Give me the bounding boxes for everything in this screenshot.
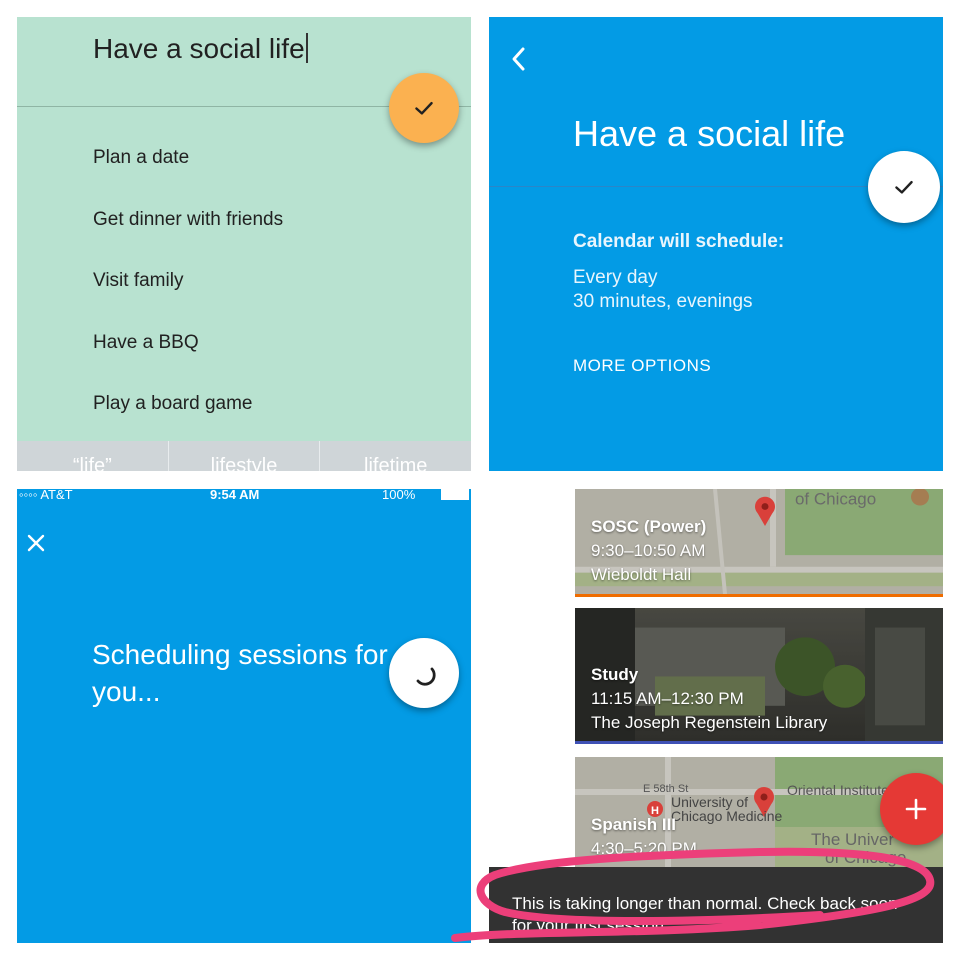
keyboard-suggestion[interactable]: “life”	[17, 441, 169, 471]
calendar-label: Calendar will schedule:	[573, 231, 785, 252]
duration-value: 30 minutes, evenings	[573, 291, 753, 312]
chevron-left-icon[interactable]	[507, 43, 529, 75]
schedule-detail-panel: Have a social life Calendar will schedul…	[489, 17, 943, 471]
event-time: 4:30–5:20 PM	[591, 839, 697, 858]
event-time: 9:30–10:50 AM	[591, 541, 706, 560]
page-title: Have a social life	[573, 113, 846, 154]
map-label: of Chicago	[825, 848, 906, 867]
goal-entry-panel: Have a social life Plan a date Get dinne…	[17, 17, 471, 471]
map-label: of Chicago	[795, 490, 876, 509]
frequency-value: Every day	[573, 267, 658, 288]
event-card[interactable]: Study 11:15 AM–12:30 PM The Joseph Regen…	[575, 608, 943, 744]
scheduling-message: Scheduling sessions for you...	[92, 639, 388, 707]
snackbar-message: This is taking longer than normal. Check…	[512, 894, 898, 935]
suggestion-item[interactable]: Visit family	[17, 250, 471, 312]
status-time: 9:54 AM	[210, 489, 260, 502]
event-card[interactable]: of Chicago SOSC (Power) 9:30–10:50 AM Wi…	[575, 489, 943, 597]
map-label: Oriental Institute	[787, 782, 889, 798]
battery-label: 100%	[382, 489, 416, 502]
event-title: SOSC (Power)	[591, 517, 707, 536]
suggestion-item[interactable]: Get dinner with friends	[17, 189, 471, 251]
battery-icon	[441, 489, 469, 500]
check-icon	[415, 101, 433, 115]
keyboard-suggestion[interactable]: lifetime	[320, 441, 471, 471]
text-caret	[305, 33, 308, 63]
spinner-icon	[416, 667, 436, 686]
suggestion-list: Plan a date Get dinner with friends Visi…	[17, 127, 471, 435]
calendar-panel: of Chicago SOSC (Power) 9:30–10:50 AM Wi…	[489, 489, 943, 943]
suggestion-item[interactable]: Have a BBQ	[17, 312, 471, 374]
plus-icon	[905, 798, 927, 820]
event-location: The Joseph Regenstein Library	[591, 713, 828, 732]
event-title: Study	[591, 665, 639, 684]
keyboard-suggestion[interactable]: lifestyle	[169, 441, 321, 471]
scheduling-panel: ◦◦◦◦ AT&T 9:54 AM 100% Scheduling sessio…	[17, 489, 471, 943]
add-event-button[interactable]	[880, 773, 943, 845]
snackbar: This is taking longer than normal. Check…	[489, 867, 943, 943]
goal-input[interactable]: Have a social life	[93, 33, 308, 65]
suggestion-item[interactable]: Plan a date	[17, 127, 471, 189]
event-time: 11:15 AM–12:30 PM	[591, 689, 744, 708]
event-title: Spanish III	[591, 815, 677, 834]
check-icon	[895, 180, 913, 194]
confirm-button[interactable]	[868, 151, 940, 223]
event-location: Wieboldt Hall	[591, 565, 692, 584]
progress-indicator	[389, 638, 459, 708]
suggestion-item[interactable]: Play a board game	[17, 373, 471, 435]
carrier-label: ◦◦◦◦ AT&T	[19, 489, 73, 502]
close-icon[interactable]	[26, 533, 46, 553]
status-bar: ◦◦◦◦ AT&T 9:54 AM 100%	[17, 489, 471, 503]
map-label: The Univer	[811, 830, 894, 849]
more-options-button[interactable]: MORE OPTIONS	[573, 356, 711, 376]
keyboard-suggestion-bar: “life” lifestyle lifetime	[17, 441, 471, 471]
